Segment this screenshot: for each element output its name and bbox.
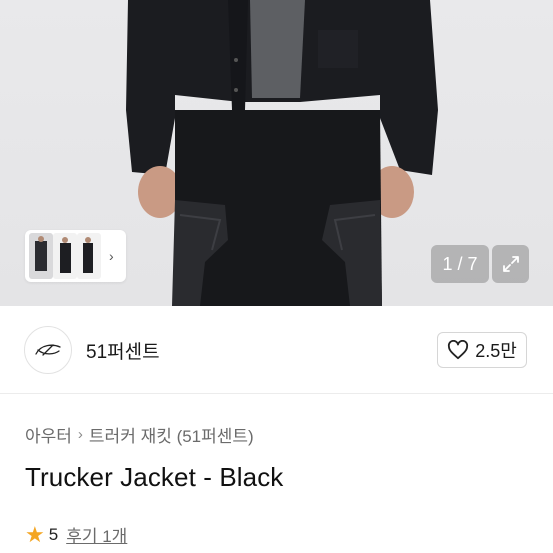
like-count: 2.5만: [475, 341, 517, 361]
rating-score: 5: [48, 524, 59, 544]
thumbnail-strip[interactable]: ›: [25, 230, 126, 282]
thumbnail-2[interactable]: [53, 233, 77, 279]
breadcrumb-subcategory[interactable]: 트러커 재킷 (51퍼센트): [89, 422, 254, 447]
reviews-link[interactable]: 후기 1개: [66, 522, 127, 547]
heart-icon: [448, 340, 469, 360]
shop-logo-icon: [35, 344, 61, 356]
shop-logo[interactable]: [24, 326, 72, 374]
breadcrumb-category[interactable]: 아우터: [25, 422, 72, 447]
product-title: Trucker Jacket - Black: [25, 462, 284, 492]
expand-button[interactable]: [492, 245, 529, 283]
rating-row: ★ 5 후기 1개: [25, 522, 127, 547]
chevron-right-icon[interactable]: ›: [109, 248, 114, 264]
breadcrumb: 아우터 › 트러커 재킷 (51퍼센트): [25, 422, 254, 447]
chevron-right-icon: ›: [77, 426, 83, 443]
like-button[interactable]: 2.5만: [437, 332, 527, 368]
expand-icon: [502, 256, 519, 272]
product-page: › 1 / 7 51퍼센트 2.5만 아우터 › 트러커 재킷 (51퍼센트) …: [0, 0, 553, 553]
thumbnail-3[interactable]: [77, 233, 101, 279]
image-counter: 1 / 7: [431, 245, 489, 283]
shop-name[interactable]: 51퍼센트: [86, 337, 160, 364]
thumbnail-1[interactable]: [29, 233, 53, 279]
product-image[interactable]: › 1 / 7: [0, 0, 553, 306]
divider: [0, 393, 553, 394]
shop-row[interactable]: 51퍼센트: [24, 325, 160, 375]
star-icon: ★: [25, 521, 45, 547]
